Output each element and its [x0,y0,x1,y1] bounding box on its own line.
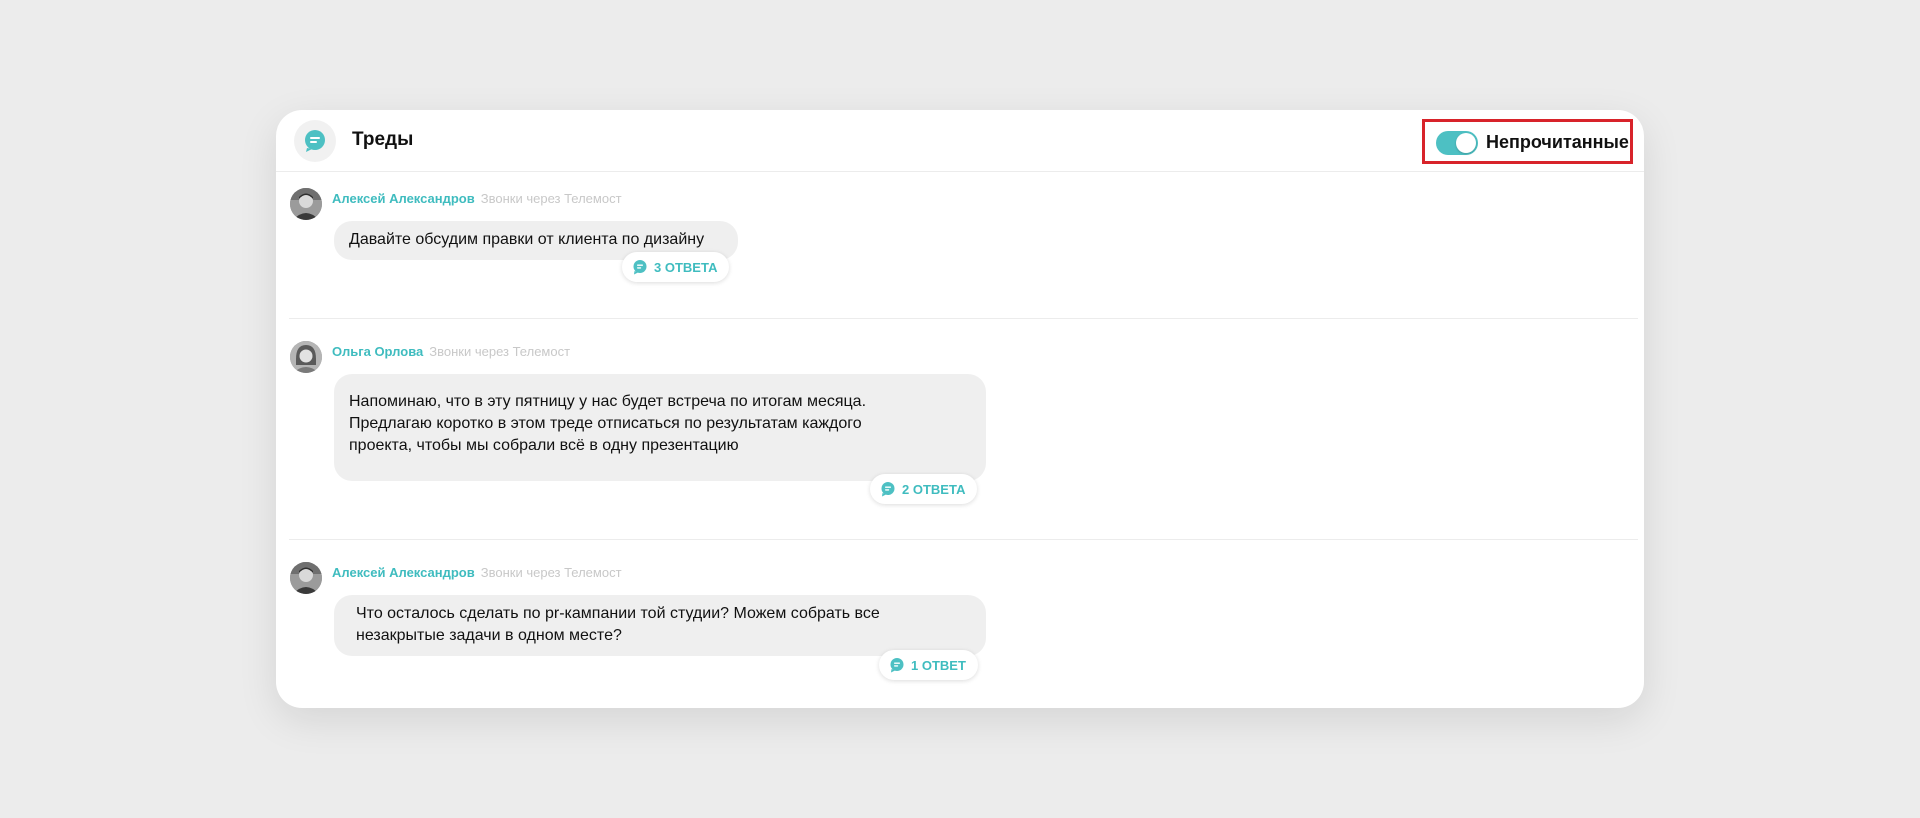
message-bubble[interactable]: Что осталось сделать по pr-кампании той … [334,595,986,656]
thread-divider [289,318,1638,319]
toggle-knob [1456,133,1476,153]
message-line: незакрытые задачи в одном месте? [356,627,622,644]
replies-count: 2 ОТВЕТА [902,481,966,497]
thread-meta: Алексей Александров Звонки через Телемост [332,191,622,206]
thread-channel: Звонки через Телемост [429,344,571,359]
page-title: Треды [352,129,414,150]
thread-author[interactable]: Алексей Александров [332,565,475,580]
chat-bubble-icon [881,482,895,497]
thread-channel: Звонки через Телемост [480,565,622,580]
thread-author[interactable]: Алексей Александров [332,191,475,206]
replies-button[interactable]: 3 ОТВЕТА [622,252,730,282]
unread-filter: Непрочитанные [1422,119,1633,164]
message-line: проекта, чтобы мы собрали всё в одну пре… [349,437,739,454]
replies-button[interactable]: 1 ОТВЕТ [879,650,978,680]
unread-filter-label: Непрочитанные [1486,132,1629,152]
avatar[interactable] [290,341,322,373]
message-line: Предлагаю коротко в этом треде отписатьс… [349,415,862,432]
panel-header: Треды Непрочитанные [276,110,1644,172]
thread-channel: Звонки через Телемост [480,191,622,206]
message-line: Давайте обсудим правки от клиента по диз… [349,231,705,248]
chat-bubble-icon [633,260,647,275]
avatar[interactable] [290,562,322,594]
chat-bubble-icon [294,120,336,162]
replies-count: 1 ОТВЕТ [911,657,966,673]
thread-divider [289,539,1638,540]
avatar[interactable] [290,188,322,220]
thread-meta: Ольга Орлова Звонки через Телемост [332,344,570,359]
threads-panel: Треды Непрочитанные Алексей Александров З… [276,110,1644,708]
message-line: Напоминаю, что в эту пятницу у нас будет… [349,393,867,410]
thread-author[interactable]: Ольга Орлова [332,344,423,359]
replies-count: 3 ОТВЕТА [654,259,718,275]
unread-toggle[interactable] [1436,131,1478,155]
chat-bubble-icon [890,658,904,673]
message-bubble[interactable]: Напоминаю, что в эту пятницу у нас будет… [334,374,986,481]
thread-meta: Алексей Александров Звонки через Телемост [332,565,622,580]
message-line: Что осталось сделать по pr-кампании той … [356,605,880,622]
replies-button[interactable]: 2 ОТВЕТА [870,474,978,504]
